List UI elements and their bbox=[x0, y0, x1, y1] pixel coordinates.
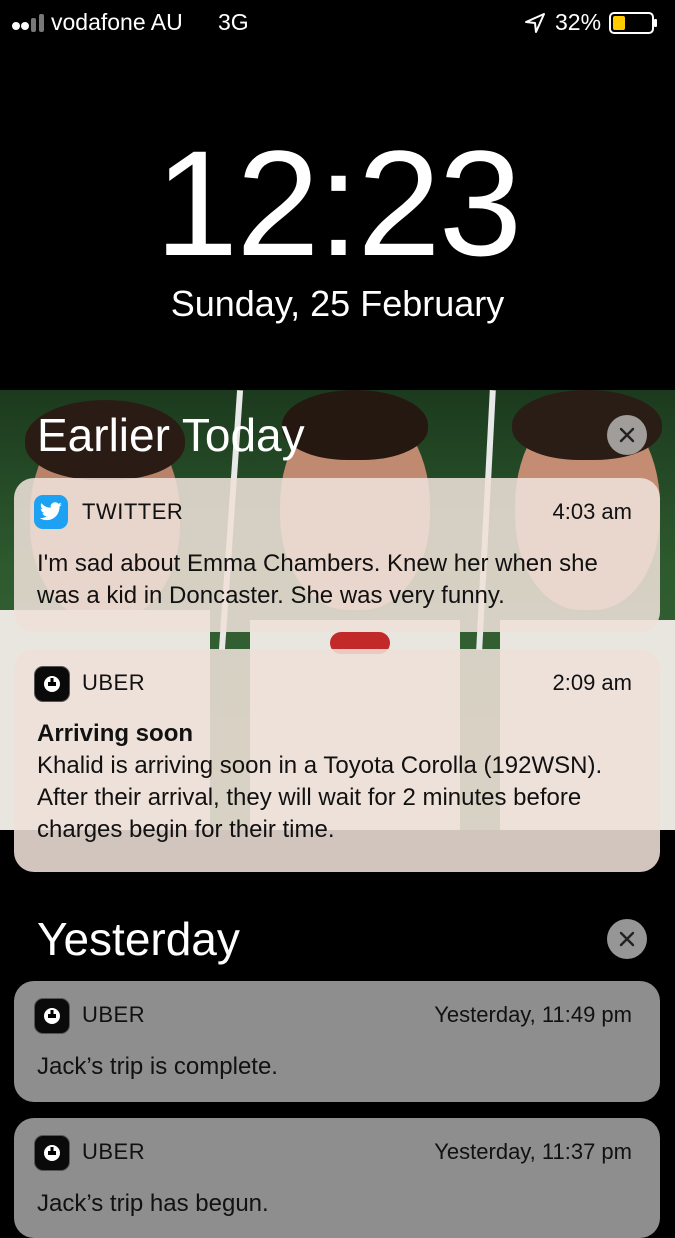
clear-earlier-today-button[interactable] bbox=[607, 415, 647, 455]
uber-icon bbox=[34, 1135, 70, 1171]
notification-time: Yesterday, 11:49 pm bbox=[434, 1002, 632, 1027]
notification-app-name: UBER bbox=[82, 1139, 146, 1164]
carrier-name: vodafone AU bbox=[51, 9, 183, 35]
clear-yesterday-button[interactable] bbox=[607, 919, 647, 959]
notification-app-name: TWITTER bbox=[82, 499, 184, 524]
notification-app-name: UBER bbox=[82, 1002, 146, 1027]
uber-icon bbox=[34, 998, 70, 1034]
notification-twitter[interactable]: TWITTER 4:03 am I'm sad about Emma Chamb… bbox=[14, 478, 660, 632]
notification-title: Arriving soon bbox=[37, 720, 194, 747]
twitter-bird-icon bbox=[34, 495, 68, 529]
notification-body: Khalid is arriving soon in a Toyota Coro… bbox=[37, 752, 603, 843]
notification-uber-trip-begun[interactable]: UBER Yesterday, 11:37 pm Jack’s trip has… bbox=[14, 1118, 660, 1238]
close-icon bbox=[619, 931, 635, 947]
lock-screen-time: 12:23 bbox=[154, 119, 522, 287]
notification-body: I'm sad about Emma Chambers. Knew her wh… bbox=[37, 550, 598, 609]
notification-time: 2:09 am bbox=[552, 670, 633, 695]
uber-icon bbox=[34, 666, 70, 702]
close-icon bbox=[619, 427, 635, 443]
notification-time: 4:03 am bbox=[552, 499, 633, 524]
section-title-earlier-today: Earlier Today bbox=[37, 409, 305, 461]
notification-uber-arriving[interactable]: UBER 2:09 am Arriving soon Khalid is arr… bbox=[14, 649, 660, 872]
location-arrow-icon bbox=[525, 13, 545, 33]
lock-screen-date: Sunday, 25 February bbox=[170, 283, 505, 324]
battery-icon bbox=[609, 12, 657, 34]
status-bar: vodafone AU 3G 32% bbox=[0, 0, 675, 46]
notification-body: Jack’s trip has begun. bbox=[37, 1190, 269, 1217]
notification-body: Jack’s trip is complete. bbox=[37, 1053, 278, 1080]
section-title-yesterday: Yesterday bbox=[37, 913, 240, 965]
notification-app-name: UBER bbox=[82, 670, 146, 695]
network-type: 3G bbox=[218, 9, 249, 35]
battery-percent: 32% bbox=[555, 9, 602, 35]
notification-time: Yesterday, 11:37 pm bbox=[434, 1139, 632, 1164]
signal-icon bbox=[12, 14, 44, 32]
notification-content: Arriving soon Khalid is arriving soon in… bbox=[37, 718, 636, 846]
notification-uber-trip-complete[interactable]: UBER Yesterday, 11:49 pm Jack’s trip is … bbox=[14, 981, 660, 1102]
